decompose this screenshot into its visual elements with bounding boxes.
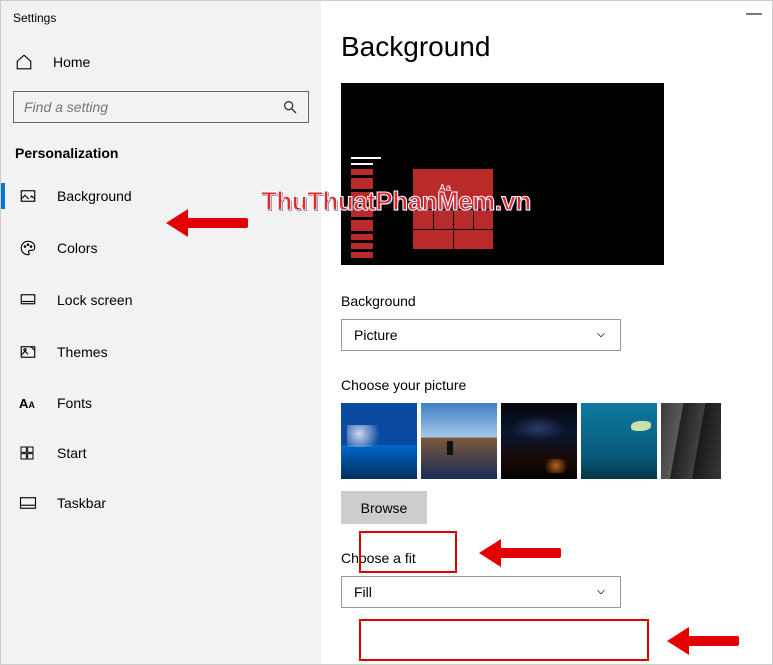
home-nav-item[interactable]: Home [1, 43, 321, 81]
browse-button-label: Browse [361, 500, 408, 516]
fit-dropdown[interactable]: Fill [341, 576, 621, 608]
page-title: Background [341, 31, 752, 63]
picture-thumbnail[interactable] [581, 403, 657, 479]
sidebar-item-label: Colors [57, 240, 97, 256]
lock-screen-icon [19, 291, 43, 309]
picture-thumbnails [341, 403, 752, 479]
sidebar-item-label: Background [57, 188, 132, 204]
desktop-preview: Aa [341, 83, 664, 265]
sidebar-item-themes[interactable]: Themes [1, 331, 321, 373]
search-box[interactable] [13, 91, 309, 123]
sidebar-item-label: Taskbar [57, 495, 106, 511]
sidebar-item-label: Fonts [57, 395, 92, 411]
sidebar-item-taskbar[interactable]: Taskbar [1, 483, 321, 523]
taskbar-icon [19, 496, 43, 510]
picture-icon [19, 187, 43, 205]
sidebar-item-start[interactable]: Start [1, 433, 321, 473]
fonts-icon: AA [19, 396, 43, 411]
browse-button[interactable]: Browse [341, 491, 427, 524]
chevron-down-icon [594, 585, 608, 599]
fit-dropdown-value: Fill [354, 584, 372, 600]
palette-icon [19, 239, 43, 257]
choose-fit-label: Choose a fit [341, 550, 752, 566]
background-dropdown-value: Picture [354, 327, 398, 343]
picture-thumbnail[interactable] [341, 403, 417, 479]
home-label: Home [53, 54, 90, 70]
start-icon [19, 445, 43, 461]
sidebar-item-background[interactable]: Background [1, 175, 321, 217]
app-title: Settings [1, 7, 321, 43]
main-content: Background Aa [321, 1, 772, 664]
sidebar-item-label: Themes [57, 344, 108, 360]
background-field-label: Background [341, 293, 752, 309]
background-dropdown[interactable]: Picture [341, 319, 621, 351]
picture-thumbnail[interactable] [421, 403, 497, 479]
themes-icon [19, 343, 43, 361]
sidebar-item-fonts[interactable]: AA Fonts [1, 383, 321, 423]
search-input[interactable] [24, 99, 224, 115]
sidebar-item-label: Start [57, 445, 87, 461]
preview-tile: Aa [413, 169, 493, 249]
sidebar: Settings Home Personalization Background [1, 1, 321, 664]
minimize-button[interactable]: — [744, 5, 764, 23]
preview-sample-text: Aa [439, 183, 451, 194]
picture-thumbnail[interactable] [501, 403, 577, 479]
chevron-down-icon [594, 328, 608, 342]
choose-picture-label: Choose your picture [341, 377, 752, 393]
home-icon [15, 53, 39, 71]
picture-thumbnail[interactable] [661, 403, 721, 479]
sidebar-item-colors[interactable]: Colors [1, 227, 321, 269]
search-icon [282, 99, 298, 115]
section-header: Personalization [1, 139, 321, 175]
sidebar-item-lock-screen[interactable]: Lock screen [1, 279, 321, 321]
sidebar-item-label: Lock screen [57, 292, 132, 308]
